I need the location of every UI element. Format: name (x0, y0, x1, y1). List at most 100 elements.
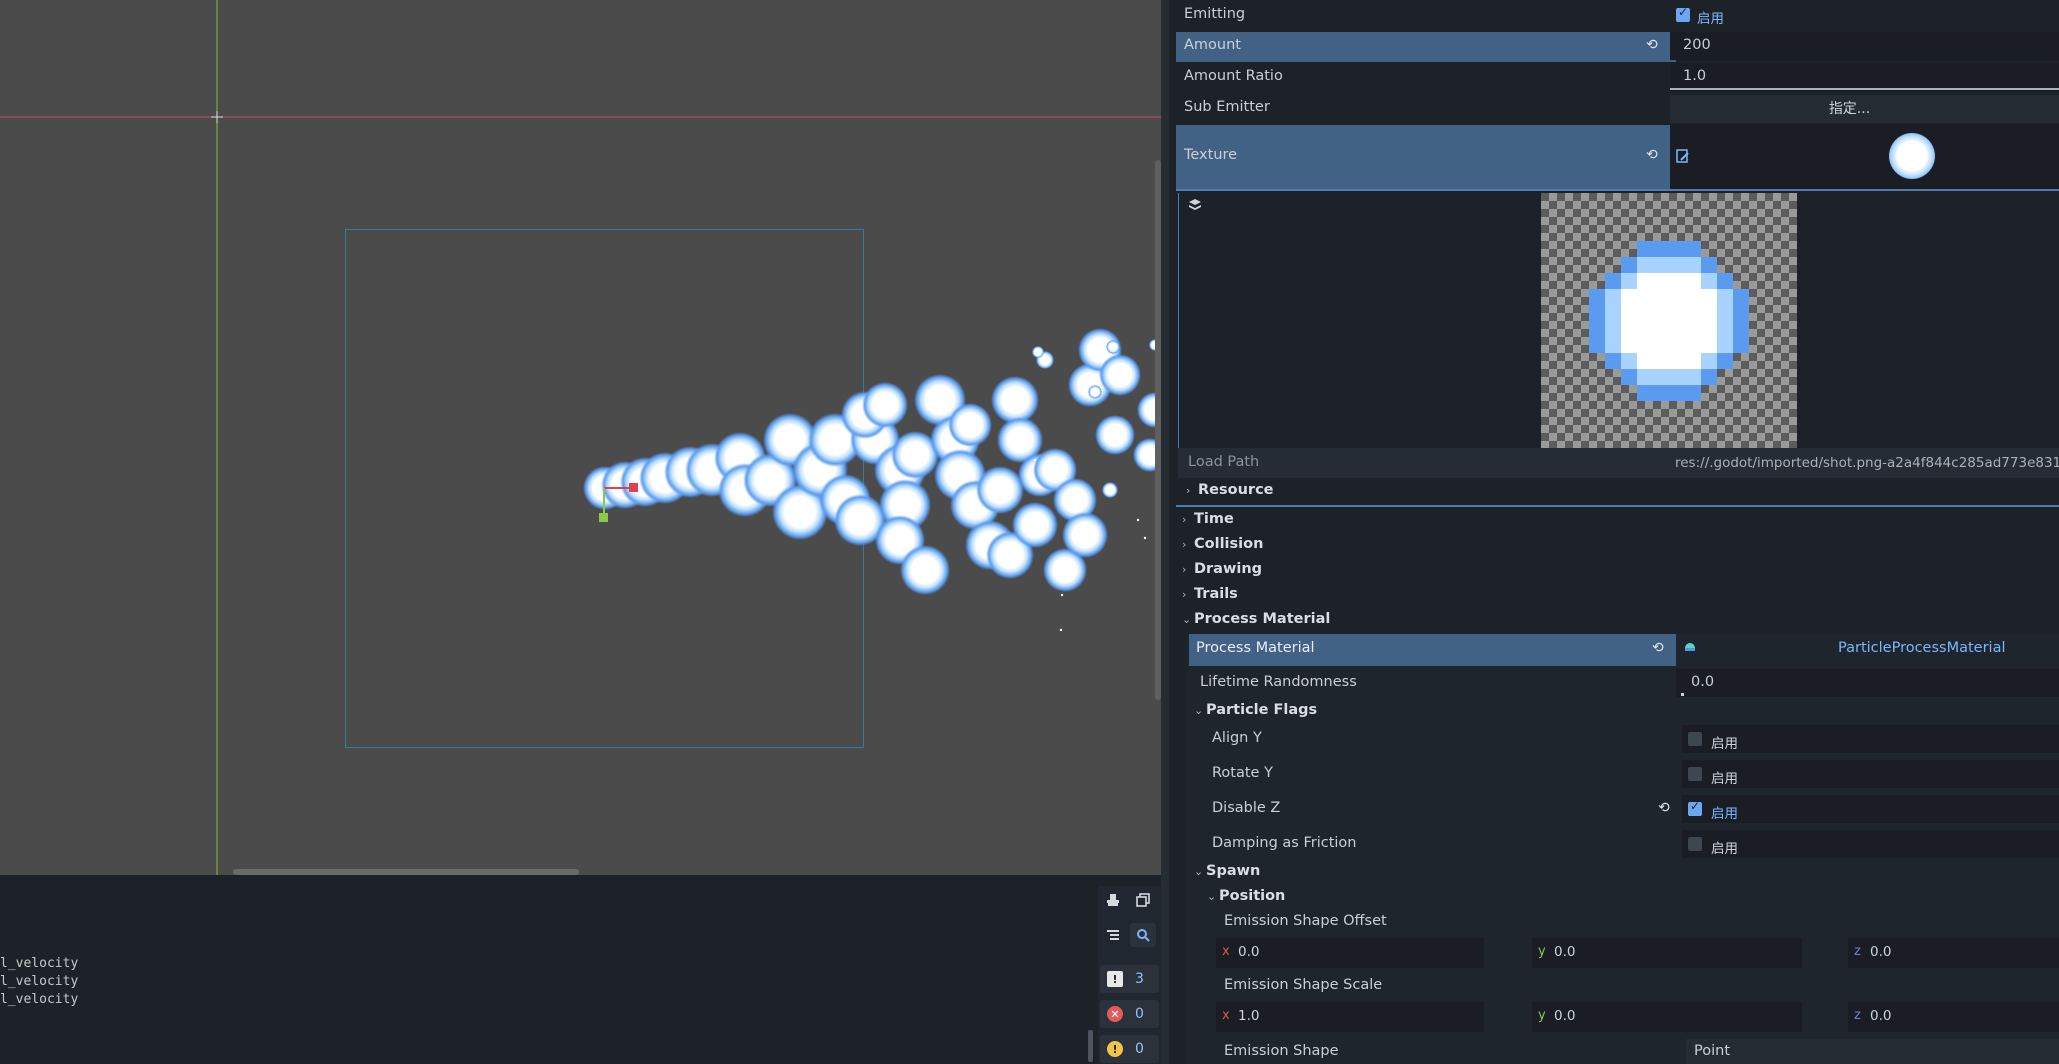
scale-z-value: 0.0 (1870, 1008, 1892, 1024)
y-axis-letter: y (1538, 944, 1546, 959)
amount-ratio-slider[interactable] (1670, 88, 2059, 90)
output-scrollbar[interactable] (1088, 1030, 1093, 1062)
time-section-label: Time (1194, 511, 1234, 527)
rotate-y-field (1682, 760, 2059, 788)
revert-icon[interactable]: ⟲ (1652, 640, 1664, 656)
output-panel: l_velocity l_velocity l_velocity (0, 886, 1098, 1064)
damping-as-friction-field (1682, 830, 2059, 858)
align-y-checkbox[interactable] (1688, 732, 1702, 746)
position-section[interactable]: ⌄ Position (1207, 888, 1285, 904)
errors-count: 0 (1135, 1006, 1144, 1022)
amount-row (1176, 32, 1676, 62)
spawn-section-label: Spawn (1206, 863, 1261, 879)
emission-shape-scale-y[interactable]: y 0.0 (1532, 1002, 1802, 1032)
texture-border-bottom (1176, 505, 2059, 507)
rotate-y-checkbox[interactable] (1688, 767, 1702, 781)
revert-icon[interactable]: ⟲ (1658, 800, 1670, 816)
spawn-section[interactable]: ⌄ Spawn (1194, 863, 1260, 879)
clear-icon[interactable] (1100, 888, 1126, 912)
time-section[interactable]: › Time (1182, 511, 1234, 527)
filter-icon[interactable] (1100, 923, 1126, 947)
emission-shape-offset-label: Emission Shape Offset (1224, 913, 1387, 929)
amount-ratio-label: Amount Ratio (1184, 68, 1283, 84)
z-axis-letter: z (1854, 944, 1861, 959)
y-axis-letter: y (1538, 1008, 1546, 1023)
texture-field[interactable] (1670, 125, 2059, 189)
sub-emitter-assign-button[interactable]: 指定... (1670, 95, 2059, 123)
emission-shape-scale-x[interactable]: x 1.0 (1216, 1002, 1484, 1032)
emitting-checkbox[interactable] (1676, 5, 1690, 22)
emission-shape-offset-x[interactable]: x 0.0 (1216, 938, 1484, 968)
2d-canvas-viewport[interactable] (0, 0, 1161, 875)
disable-z-field (1682, 795, 2059, 823)
align-y-label: Align Y (1212, 730, 1262, 746)
warning-icon: ! (1107, 1041, 1123, 1057)
emitting-check-label: 启用 (1697, 11, 1724, 27)
process-material-label: Process Material (1196, 640, 1315, 656)
offset-y-value: 0.0 (1554, 944, 1576, 960)
origin-cross-icon (211, 111, 223, 123)
emission-shape-dropdown[interactable] (1686, 1039, 2059, 1064)
warnings-filter-button[interactable]: ! 0 (1100, 1035, 1159, 1063)
amount-ratio-value: 1.0 (1683, 68, 1707, 84)
process-material-section[interactable]: ⌄ Process Material (1182, 611, 1330, 627)
layers-icon[interactable] (1188, 198, 1202, 216)
resource-section[interactable]: › Resource (1186, 482, 1274, 498)
texture-label: Texture (1184, 147, 1238, 163)
scale-y-value: 0.0 (1554, 1008, 1576, 1024)
load-path-label: Load Path (1188, 454, 1260, 470)
drawing-section-label: Drawing (1194, 561, 1263, 577)
amount-ratio-field[interactable] (1670, 63, 2059, 91)
sub-emitter-assign-label: 指定... (1828, 101, 1871, 117)
lifetime-randomness-value: 0.0 (1691, 674, 1715, 690)
inspector-panel: Emitting 启用 Amount ⟲ 200 Amount Ratio 1.… (1169, 0, 2059, 1064)
load-path-value: res://.godot/imported/shot.png-a2a4f844c… (1675, 455, 2059, 471)
search-icon[interactable] (1130, 923, 1156, 947)
lifetime-randomness-slider[interactable] (1681, 693, 1684, 696)
z-axis-letter: z (1854, 1008, 1861, 1023)
output-line: l_velocity (0, 992, 79, 1007)
messages-count: 3 (1135, 971, 1144, 987)
copy-icon[interactable] (1130, 888, 1156, 912)
drawing-section[interactable]: › Drawing (1182, 561, 1262, 577)
error-icon: ✕ (1107, 1006, 1123, 1022)
emission-shape-offset-y[interactable]: y 0.0 (1532, 938, 1802, 968)
lifetime-randomness-field[interactable] (1676, 669, 2059, 697)
texture-border (1176, 189, 2059, 191)
texture-thumbnail[interactable] (1889, 133, 1935, 179)
material-sphere-icon (1683, 640, 1697, 658)
disable-z-check-label: 启用 (1711, 806, 1738, 822)
rotate-y-label: Rotate Y (1212, 765, 1273, 781)
process-material-value: ParticleProcessMaterial (1838, 640, 2006, 656)
offset-z-value: 0.0 (1870, 944, 1892, 960)
x-axis-letter: x (1222, 1008, 1230, 1023)
amount-field[interactable] (1670, 32, 2059, 60)
particle-cloud (583, 328, 1161, 632)
emission-shape-scale-z[interactable]: z 0.0 (1848, 1002, 2059, 1032)
output-line: l_velocity (0, 974, 79, 989)
edit-texture-icon[interactable] (1676, 149, 1690, 167)
texture-row (1176, 125, 1670, 191)
emitting-label: Emitting (1184, 6, 1246, 22)
panel-divider[interactable] (1161, 0, 1169, 1064)
emission-shape-offset-z[interactable]: z 0.0 (1848, 938, 2059, 968)
resource-section-label: Resource (1198, 482, 1274, 498)
particle-flags-section[interactable]: ⌄ Particle Flags (1194, 702, 1317, 718)
message-icon: ! (1107, 971, 1123, 987)
revert-icon[interactable]: ⟲ (1646, 37, 1658, 53)
particle-flags-label: Particle Flags (1206, 702, 1318, 718)
messages-filter-button[interactable]: ! 3 (1100, 965, 1159, 993)
horizontal-scrollbar[interactable] (233, 869, 579, 875)
disable-z-checkbox[interactable] (1688, 799, 1702, 816)
errors-filter-button[interactable]: ✕ 0 (1100, 1000, 1159, 1028)
viewport-canvas[interactable] (0, 0, 1161, 875)
damping-as-friction-checkbox[interactable] (1688, 837, 1702, 851)
revert-icon[interactable]: ⟲ (1646, 147, 1658, 163)
collision-section-label: Collision (1194, 536, 1264, 552)
scale-x-value: 1.0 (1238, 1008, 1260, 1024)
amount-value: 200 (1683, 37, 1711, 53)
collision-section[interactable]: › Collision (1182, 536, 1263, 552)
trails-section[interactable]: › Trails (1182, 586, 1238, 602)
align-y-field (1682, 725, 2059, 753)
amount-label: Amount (1184, 37, 1241, 53)
